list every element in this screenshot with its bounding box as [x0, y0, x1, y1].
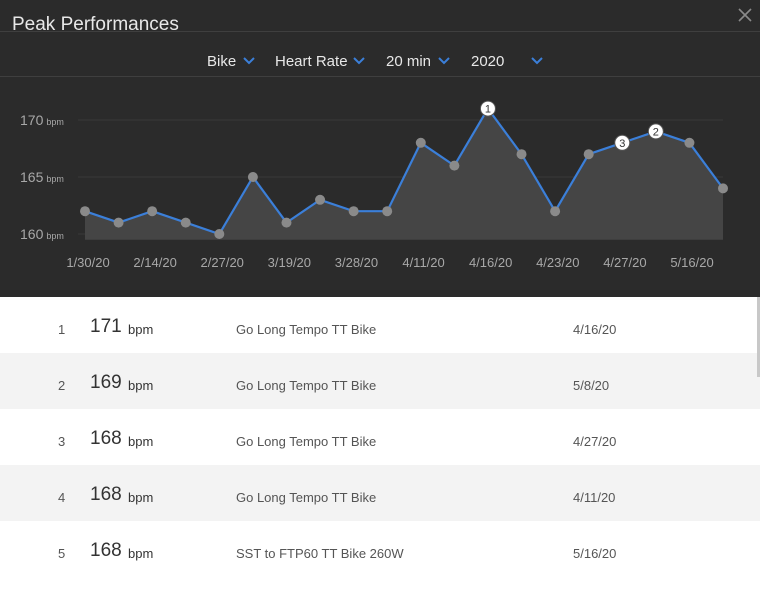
rank-badge-label: 3	[619, 138, 625, 150]
heart-rate-value: 169	[90, 372, 122, 393]
rank-badge-label: 1	[485, 104, 491, 116]
x-tick-label: 3/19/20	[268, 255, 311, 270]
rank-number: 2	[58, 378, 66, 393]
table-row[interactable]: 4 168 bpm Go Long Tempo TT Bike 4/11/20	[0, 465, 760, 521]
rank-badge-label: 2	[653, 126, 659, 138]
data-point	[113, 217, 124, 228]
year-dropdown[interactable]: 2020	[469, 52, 545, 77]
workout-name: SST to FTP60 TT Bike 260W	[236, 546, 404, 561]
sport-dropdown-value: Bike	[207, 53, 237, 70]
y-tick-label: 165 bpm	[20, 169, 64, 185]
workout-date: 5/16/20	[573, 546, 617, 561]
data-point	[583, 149, 594, 160]
workout-name: Go Long Tempo TT Bike	[236, 378, 377, 393]
x-tick-label: 4/23/20	[536, 255, 579, 270]
peak-performances-list: 1 171 bpm Go Long Tempo TT Bike 4/16/20 2 169 b…	[0, 297, 760, 596]
unit-label: bpm	[128, 434, 154, 449]
data-point	[382, 206, 393, 217]
duration-dropdown-value: 20 min	[386, 53, 432, 70]
unit-label: bpm	[128, 546, 154, 561]
metric-dropdown-value: Heart Rate	[275, 53, 348, 70]
x-tick-label: 4/16/20	[469, 255, 512, 270]
chevron-down-icon	[353, 57, 365, 65]
workout-name: Go Long Tempo TT Bike	[236, 490, 377, 505]
year-dropdown-value: 2020	[471, 53, 505, 70]
table-row[interactable]: 5 168 bpm SST to FTP60 TT Bike 260W 5/16/20	[0, 521, 760, 577]
unit-label: bpm	[128, 378, 154, 393]
data-point	[550, 206, 561, 217]
rank-number: 4	[58, 490, 66, 505]
data-point	[516, 149, 527, 160]
workout-date: 4/27/20	[573, 434, 617, 449]
table-row[interactable]: 2 169 bpm Go Long Tempo TT Bike 5/8/20	[0, 353, 760, 409]
data-point	[281, 217, 292, 228]
x-tick-label: 2/27/20	[201, 255, 244, 270]
divider	[0, 31, 760, 32]
workout-date: 4/11/20	[573, 490, 616, 505]
rank-number: 5	[58, 546, 66, 561]
x-tick-label: 3/28/20	[335, 255, 378, 270]
x-tick-label: 1/30/20	[66, 255, 109, 270]
heart-rate-value: 171	[90, 316, 122, 337]
data-point	[214, 229, 225, 239]
heart-rate-value: 168	[90, 484, 122, 505]
table-row[interactable]: 1 171 bpm Go Long Tempo TT Bike 4/16/20	[0, 297, 760, 353]
workout-date: 5/8/20	[573, 378, 610, 393]
page-title: Peak Performances	[12, 14, 179, 35]
x-tick-label: 5/16/20	[670, 255, 713, 270]
x-tick-label: 4/11/20	[402, 255, 444, 270]
unit-label: bpm	[128, 490, 154, 505]
data-point	[147, 206, 158, 217]
workout-date: 4/16/20	[573, 322, 617, 337]
data-point	[415, 137, 426, 148]
close-icon[interactable]	[736, 6, 754, 24]
workout-name: Go Long Tempo TT Bike	[236, 434, 377, 449]
sport-dropdown[interactable]: Bike	[205, 52, 257, 77]
rank-number: 3	[58, 434, 66, 449]
chevron-down-icon	[531, 57, 543, 65]
data-point	[449, 160, 460, 171]
heart-rate-value: 168	[90, 428, 122, 449]
data-point	[348, 206, 359, 217]
chart-panel: Peak Performances Bike Heart Rate 20 min…	[0, 0, 760, 297]
chevron-down-icon	[438, 57, 450, 65]
data-point	[718, 183, 728, 194]
rank-number: 1	[58, 322, 66, 337]
x-tick-label: 2/14/20	[133, 255, 176, 270]
y-tick-label: 160 bpm	[20, 226, 64, 242]
chevron-down-icon	[243, 57, 255, 65]
workout-name: Go Long Tempo TT Bike	[236, 322, 377, 337]
heart-rate-value: 168	[90, 540, 122, 561]
unit-label: bpm	[128, 322, 154, 337]
peak-heart-rate-chart: 170 bpm 165 bpm 160 bpm 1 3 2 1/30/20 2/14/20 2/27/…	[20, 100, 728, 270]
data-point	[180, 217, 191, 228]
data-point	[247, 172, 258, 182]
x-tick-label: 4/27/20	[603, 255, 646, 270]
y-tick-label: 170 bpm	[20, 112, 64, 128]
data-point	[684, 137, 695, 148]
table-row[interactable]: 3 168 bpm Go Long Tempo TT Bike 4/27/20	[0, 409, 760, 465]
data-point	[80, 206, 90, 217]
duration-dropdown[interactable]: 20 min	[384, 52, 452, 77]
metric-dropdown[interactable]: Heart Rate	[273, 52, 367, 77]
data-point	[315, 194, 326, 205]
